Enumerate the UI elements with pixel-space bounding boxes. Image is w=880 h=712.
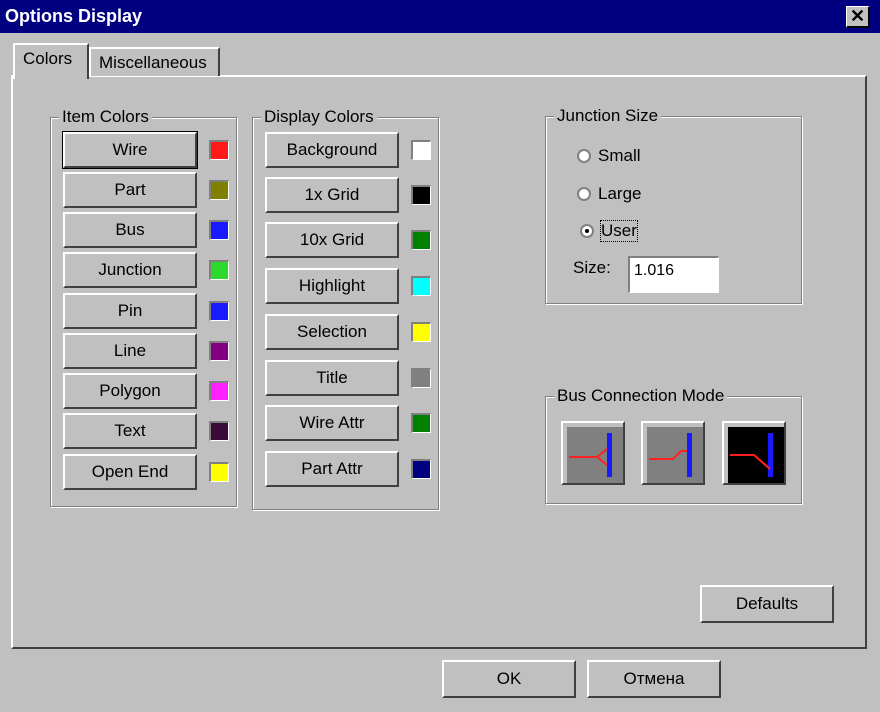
item-color-button-open-end[interactable]: Open End: [63, 454, 197, 490]
ok-button[interactable]: OK: [442, 660, 576, 698]
tab-miscellaneous[interactable]: Miscellaneous: [89, 47, 220, 76]
display-color-swatch-selection[interactable]: [411, 322, 431, 342]
diagonal-bus-entry-icon: [728, 427, 784, 483]
display-color-button-part-attr[interactable]: Part Attr: [265, 451, 399, 487]
display-color-button-highlight[interactable]: Highlight: [265, 268, 399, 304]
tab-colors[interactable]: Colors: [13, 43, 89, 79]
item-color-swatch-pin[interactable]: [209, 301, 229, 321]
radio-small[interactable]: [577, 149, 591, 163]
display-color-button-selection[interactable]: Selection: [265, 314, 399, 350]
item-color-button-bus[interactable]: Bus: [63, 212, 197, 248]
radio-user-label[interactable]: User: [600, 220, 638, 242]
item-color-swatch-wire[interactable]: [209, 140, 229, 160]
display-color-swatch-10x-grid[interactable]: [411, 230, 431, 250]
radio-large-label[interactable]: Large: [598, 184, 641, 204]
cancel-button[interactable]: Отмена: [587, 660, 721, 698]
item-color-button-polygon[interactable]: Polygon: [63, 373, 197, 409]
item-color-button-part[interactable]: Part: [63, 172, 197, 208]
defaults-button[interactable]: Defaults: [700, 585, 834, 623]
display-color-button-10x-grid[interactable]: 10x Grid: [265, 222, 399, 258]
window-title: Options Display: [5, 6, 143, 26]
display-color-button-title[interactable]: Title: [265, 360, 399, 396]
item-color-swatch-junction[interactable]: [209, 260, 229, 280]
display-color-button-wire-attr[interactable]: Wire Attr: [265, 405, 399, 441]
item-color-swatch-polygon[interactable]: [209, 381, 229, 401]
bus-mode-diagonal-button[interactable]: [722, 421, 786, 485]
display-colors-legend: Display Colors: [261, 107, 377, 127]
item-color-swatch-text[interactable]: [209, 421, 229, 441]
size-input[interactable]: 1.016: [628, 256, 719, 293]
close-icon: ✕: [849, 6, 866, 26]
radio-small-label[interactable]: Small: [598, 146, 641, 166]
item-color-button-text[interactable]: Text: [63, 413, 197, 449]
display-color-swatch-highlight[interactable]: [411, 276, 431, 296]
angled-bus-entry-icon: [567, 427, 623, 483]
display-color-swatch-1x-grid[interactable]: [411, 185, 431, 205]
display-color-button-background[interactable]: Background: [265, 132, 399, 168]
radio-user[interactable]: [580, 224, 594, 238]
display-color-swatch-wire-attr[interactable]: [411, 413, 431, 433]
display-color-swatch-part-attr[interactable]: [411, 459, 431, 479]
item-color-swatch-open-end[interactable]: [209, 462, 229, 482]
item-color-swatch-bus[interactable]: [209, 220, 229, 240]
display-color-swatch-title[interactable]: [411, 368, 431, 388]
tab-miscellaneous-label: Miscellaneous: [99, 53, 207, 72]
item-color-button-wire[interactable]: Wire: [62, 131, 198, 169]
bus-connection-legend: Bus Connection Mode: [554, 386, 728, 406]
junction-size-legend: Junction Size: [554, 106, 662, 126]
display-color-button-1x-grid[interactable]: 1x Grid: [265, 177, 399, 213]
item-color-swatch-line[interactable]: [209, 341, 229, 361]
tab-colors-label: Colors: [23, 49, 73, 68]
radio-user-dot: [585, 229, 589, 233]
item-color-swatch-part[interactable]: [209, 180, 229, 200]
size-label: Size:: [573, 258, 611, 277]
item-color-button-line[interactable]: Line: [63, 333, 197, 369]
radio-large[interactable]: [577, 187, 591, 201]
bus-mode-straight-button[interactable]: [641, 421, 705, 485]
bus-mode-angled-button[interactable]: [561, 421, 625, 485]
display-color-swatch-background[interactable]: [411, 140, 431, 160]
item-color-button-junction[interactable]: Junction: [63, 252, 197, 288]
title-bar: Options Display ✕: [0, 0, 880, 33]
item-colors-legend: Item Colors: [59, 107, 152, 127]
close-button[interactable]: ✕: [846, 6, 870, 28]
item-color-button-pin[interactable]: Pin: [63, 293, 197, 329]
straight-bus-entry-icon: [647, 427, 703, 483]
